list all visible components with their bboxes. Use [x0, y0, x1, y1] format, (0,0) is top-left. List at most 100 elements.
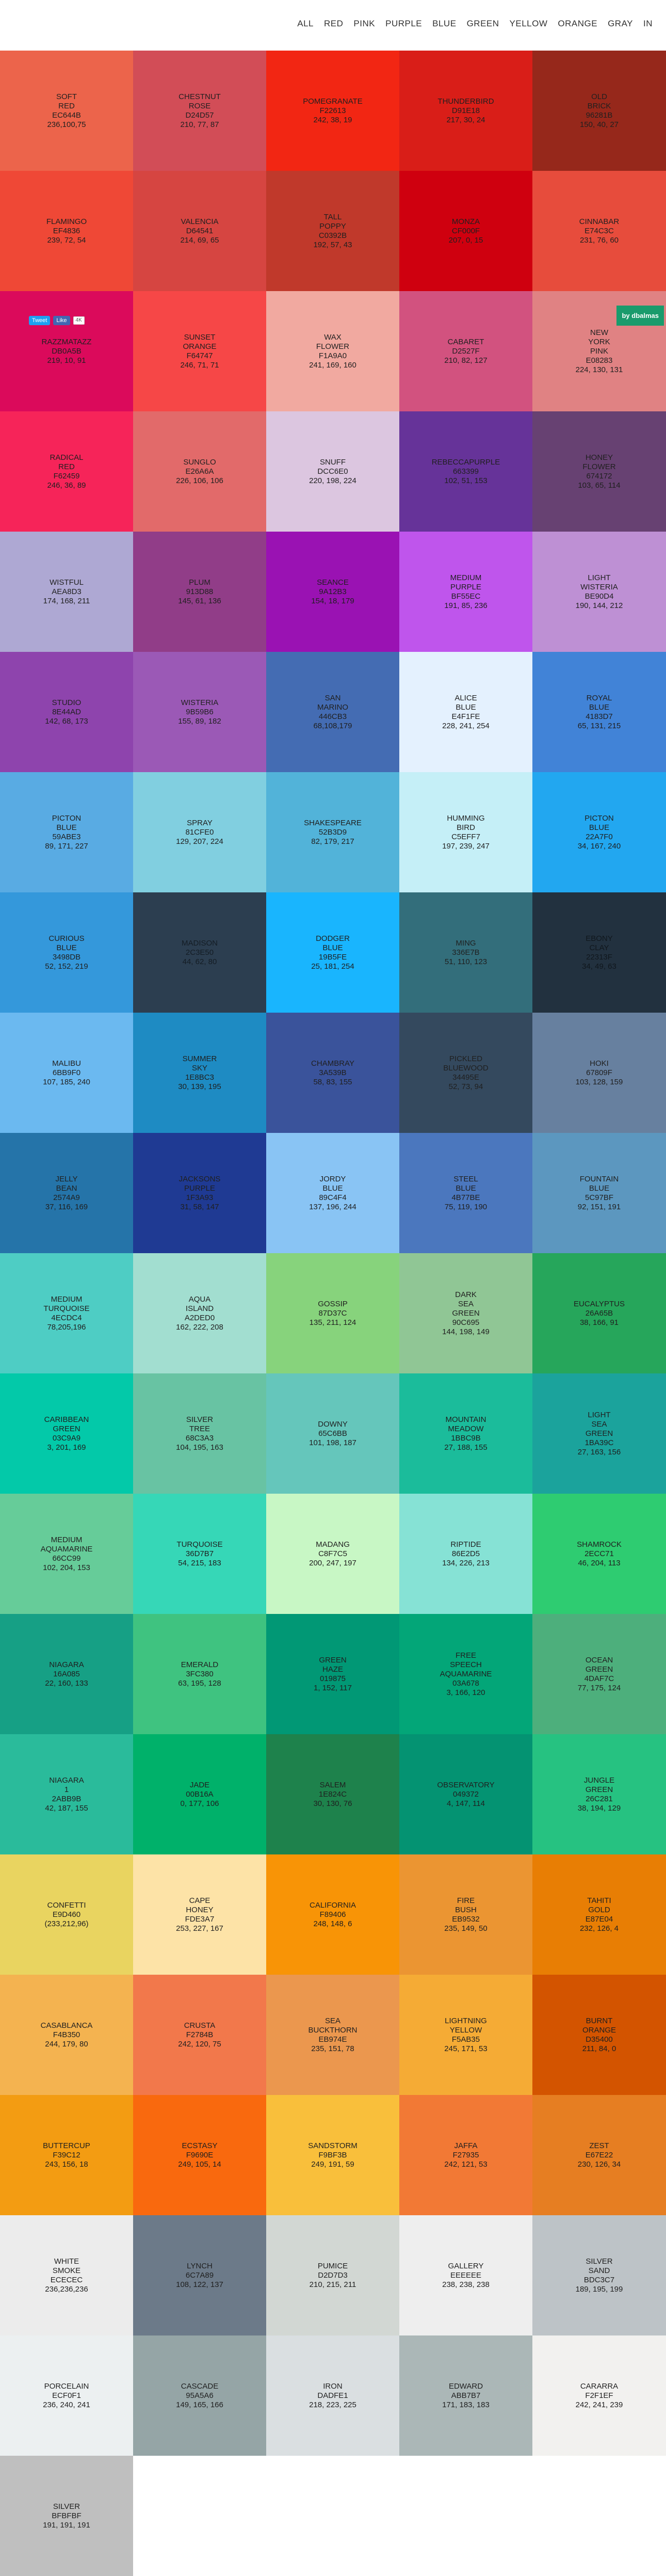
menu-item-blue[interactable]: BLUE: [427, 19, 461, 29]
color-swatch[interactable]: ALICE BLUE E4F1FE 228, 241, 254: [399, 652, 532, 772]
color-swatch[interactable]: DODGER BLUE 19B5FE 25, 181, 254: [266, 892, 399, 1013]
color-swatch[interactable]: PICKLED BLUEWOOD 34495E 52, 73, 94: [399, 1013, 532, 1133]
menu-item-orange[interactable]: ORANGE: [553, 19, 603, 29]
color-swatch[interactable]: LIGHT WISTERIA BE90D4 190, 144, 212: [532, 532, 666, 652]
color-swatch[interactable]: GALLERY EEEEEE 238, 238, 238: [399, 2215, 532, 2335]
color-swatch[interactable]: ECSTASY F9690E 249, 105, 14: [133, 2095, 266, 2215]
color-swatch[interactable]: SALEM 1E824C 30, 130, 76: [266, 1734, 399, 1854]
color-swatch[interactable]: SEA BUCKTHORN EB974E 235, 151, 78: [266, 1975, 399, 2095]
color-swatch[interactable]: FOUNTAIN BLUE 5C97BF 92, 151, 191: [532, 1133, 666, 1253]
color-swatch[interactable]: JUNGLE GREEN 26C281 38, 194, 129: [532, 1734, 666, 1854]
color-swatch[interactable]: GREEN HAZE 019875 1, 152, 117: [266, 1614, 399, 1734]
color-swatch[interactable]: HONEY FLOWER 674172 103, 65, 114: [532, 411, 666, 532]
color-swatch[interactable]: VALENCIA D64541 214, 69, 65: [133, 171, 266, 291]
color-swatch[interactable]: RIPTIDE 86E2D5 134, 226, 213: [399, 1494, 532, 1614]
color-swatch[interactable]: CRUSTA F2784B 242, 120, 75: [133, 1975, 266, 2095]
facebook-like-button[interactable]: Like: [53, 316, 70, 325]
color-swatch[interactable]: WISTERIA 9B59B6 155, 89, 182: [133, 652, 266, 772]
color-swatch[interactable]: OCEAN GREEN 4DAF7C 77, 175, 124: [532, 1614, 666, 1734]
color-swatch[interactable]: NIAGARA 16A085 22, 160, 133: [0, 1614, 133, 1734]
color-swatch[interactable]: LIGHT SEA GREEN 1BA39C 27, 163, 156: [532, 1373, 666, 1494]
color-swatch[interactable]: JELLY BEAN 2574A9 37, 116, 169: [0, 1133, 133, 1253]
color-swatch[interactable]: ZEST E67E22 230, 126, 34: [532, 2095, 666, 2215]
color-swatch[interactable]: RAZZMATAZZ DB0A5B 219, 10, 91: [0, 291, 133, 411]
color-swatch[interactable]: CHESTNUT ROSE D24D57 210, 77, 87: [133, 51, 266, 171]
color-swatch[interactable]: THUNDERBIRD D91E18 217, 30, 24: [399, 51, 532, 171]
color-swatch[interactable]: GOSSIP 87D37C 135, 211, 124: [266, 1253, 399, 1373]
color-swatch[interactable]: SILVER SAND BDC3C7 189, 195, 199: [532, 2215, 666, 2335]
color-swatch[interactable]: CHAMBRAY 3A539B 58, 83, 155: [266, 1013, 399, 1133]
color-swatch[interactable]: WAX FLOWER F1A9A0 241, 169, 160: [266, 291, 399, 411]
color-swatch[interactable]: SUNSET ORANGE F64747 246, 71, 71: [133, 291, 266, 411]
color-swatch[interactable]: EBONY CLAY 22313F 34, 49, 63: [532, 892, 666, 1013]
color-swatch[interactable]: SHAKESPEARE 52B3D9 82, 179, 217: [266, 772, 399, 892]
color-swatch[interactable]: JACKSONS PURPLE 1F3A93 31, 58, 147: [133, 1133, 266, 1253]
color-swatch[interactable]: MADANG C8F7C5 200, 247, 197: [266, 1494, 399, 1614]
color-swatch[interactable]: MING 336E7B 51, 110, 123: [399, 892, 532, 1013]
color-swatch[interactable]: SAN MARINO 446CB3 68,108,179: [266, 652, 399, 772]
color-swatch[interactable]: REBECCAPURPLE 663399 102, 51, 153: [399, 411, 532, 532]
color-swatch[interactable]: IRON DADFE1 218, 223, 225: [266, 2335, 399, 2456]
menu-item-green[interactable]: GREEN: [462, 19, 505, 29]
color-swatch[interactable]: CABARET D2527F 210, 82, 127: [399, 291, 532, 411]
menu-item-purple[interactable]: PURPLE: [380, 19, 427, 29]
color-swatch[interactable]: FLAMINGO EF4836 239, 72, 54: [0, 171, 133, 291]
color-swatch[interactable]: SUNGLO E26A6A 226, 106, 106: [133, 411, 266, 532]
color-swatch[interactable]: JORDY BLUE 89C4F4 137, 196, 244: [266, 1133, 399, 1253]
color-swatch[interactable]: OLD BRICK 96281B 150, 40, 27: [532, 51, 666, 171]
color-swatch[interactable]: CURIOUS BLUE 3498DB 52, 152, 219: [0, 892, 133, 1013]
color-swatch[interactable]: CARIBBEAN GREEN 03C9A9 3, 201, 169: [0, 1373, 133, 1494]
menu-item-yellow[interactable]: YELLOW: [505, 19, 553, 29]
color-swatch[interactable]: BURNT ORANGE D35400 211, 84, 0: [532, 1975, 666, 2095]
color-swatch[interactable]: SOFT RED EC644B 236,100,75: [0, 51, 133, 171]
color-swatch[interactable]: MEDIUM AQUAMARINE 66CC99 102, 204, 153: [0, 1494, 133, 1614]
color-swatch[interactable]: CARARRA F2F1EF 242, 241, 239: [532, 2335, 666, 2456]
color-swatch[interactable]: CASABLANCA F4B350 244, 179, 80: [0, 1975, 133, 2095]
color-swatch[interactable]: EMERALD 3FC380 63, 195, 128: [133, 1614, 266, 1734]
color-swatch[interactable]: HOKI 67809F 103, 128, 159: [532, 1013, 666, 1133]
color-swatch[interactable]: WHITE SMOKE ECECEC 236,236,236: [0, 2215, 133, 2335]
color-swatch[interactable]: JADE 00B16A 0, 177, 106: [133, 1734, 266, 1854]
color-swatch[interactable]: FREE SPEECH AQUAMARINE 03A678 3, 166, 120: [399, 1614, 532, 1734]
menu-item-red[interactable]: RED: [319, 19, 348, 29]
color-swatch[interactable]: PICTON BLUE 22A7F0 34, 167, 240: [532, 772, 666, 892]
color-swatch[interactable]: SHAMROCK 2ECC71 46, 204, 113: [532, 1494, 666, 1614]
menu-item-pink[interactable]: PINK: [348, 19, 380, 29]
color-swatch[interactable]: TALL POPPY C0392B 192, 57, 43: [266, 171, 399, 291]
color-swatch[interactable]: DARK SEA GREEN 90C695 144, 198, 149: [399, 1253, 532, 1373]
color-swatch[interactable]: POMEGRANATE F22613 242, 38, 19: [266, 51, 399, 171]
color-swatch[interactable]: JAFFA F27935 242, 121, 53: [399, 2095, 532, 2215]
color-swatch[interactable]: PORCELAIN ECF0F1 236, 240, 241: [0, 2335, 133, 2456]
color-swatch[interactable]: MONZA CF000F 207, 0, 15: [399, 171, 532, 291]
color-swatch[interactable]: CAPE HONEY FDE3A7 253, 227, 167: [133, 1854, 266, 1975]
color-swatch[interactable]: HUMMING BIRD C5EFF7 197, 239, 247: [399, 772, 532, 892]
color-swatch[interactable]: MALIBU 6BB9F0 107, 185, 240: [0, 1013, 133, 1133]
color-swatch[interactable]: MEDIUM PURPLE BF55EC 191, 85, 236: [399, 532, 532, 652]
color-swatch[interactable]: MADISON 2C3E50 44, 62, 80: [133, 892, 266, 1013]
menu-item-all[interactable]: ALL: [292, 19, 319, 29]
color-swatch[interactable]: TURQUOISE 36D7B7 54, 215, 183: [133, 1494, 266, 1614]
color-swatch[interactable]: MEDIUM TURQUOISE 4ECDC4 78,205,196: [0, 1253, 133, 1373]
color-swatch[interactable]: DOWNY 65C6BB 101, 198, 187: [266, 1373, 399, 1494]
color-swatch[interactable]: BUTTERCUP F39C12 243, 156, 18: [0, 2095, 133, 2215]
color-swatch[interactable]: SPRAY 81CFE0 129, 207, 224: [133, 772, 266, 892]
color-swatch[interactable]: STUDIO 8E44AD 142, 68, 173: [0, 652, 133, 772]
color-swatch[interactable]: ROYAL BLUE 4183D7 65, 131, 215: [532, 652, 666, 772]
color-swatch[interactable]: MOUNTAIN MEADOW 1BBC9B 27, 188, 155: [399, 1373, 532, 1494]
color-swatch[interactable]: PUMICE D2D7D3 210, 215, 211: [266, 2215, 399, 2335]
color-swatch[interactable]: SILVER BFBFBF 191, 191, 191: [0, 2456, 133, 2576]
color-swatch[interactable]: FIRE BUSH EB9532 235, 149, 50: [399, 1854, 532, 1975]
color-swatch[interactable]: SUMMER SKY 1E8BC3 30, 139, 195: [133, 1013, 266, 1133]
color-swatch[interactable]: PICTON BLUE 59ABE3 89, 171, 227: [0, 772, 133, 892]
color-swatch[interactable]: SEANCE 9A12B3 154, 18, 179: [266, 532, 399, 652]
menu-item-in[interactable]: IN: [638, 19, 658, 29]
color-swatch[interactable]: CINNABAR E74C3C 231, 76, 60: [532, 171, 666, 291]
color-swatch[interactable]: SILVER TREE 68C3A3 104, 195, 163: [133, 1373, 266, 1494]
color-swatch[interactable]: TAHITI GOLD E87E04 232, 126, 4: [532, 1854, 666, 1975]
color-swatch[interactable]: CASCADE 95A5A6 149, 165, 166: [133, 2335, 266, 2456]
color-swatch[interactable]: EUCALYPTUS 26A65B 38, 166, 91: [532, 1253, 666, 1373]
color-swatch[interactable]: SNUFF DCC6E0 220, 198, 224: [266, 411, 399, 532]
tweet-button[interactable]: Tweet: [29, 316, 51, 325]
credit-badge[interactable]: by dbalmas: [616, 306, 664, 326]
color-swatch[interactable]: LYNCH 6C7A89 108, 122, 137: [133, 2215, 266, 2335]
